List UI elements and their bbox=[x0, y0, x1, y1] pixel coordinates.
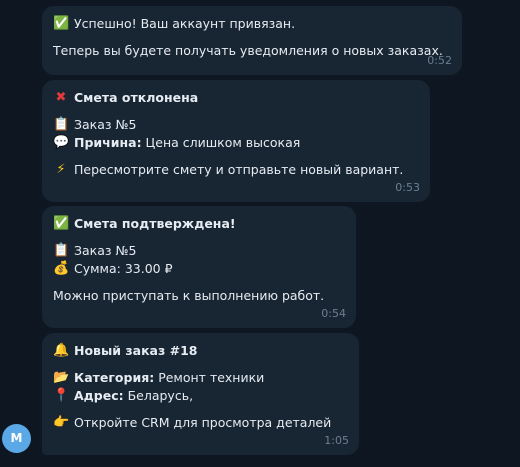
folder-icon: 📂 bbox=[53, 370, 70, 385]
message-title-line: ✖ Смета отклонена bbox=[53, 89, 419, 107]
address-line: 📍 Адрес: Беларусь, bbox=[53, 387, 348, 405]
reason-line: 💬 Причина: Цена слишком высокая bbox=[53, 134, 419, 152]
cross-icon: ✖ bbox=[55, 90, 67, 105]
category-line: 📂 Категория: Ремонт техники bbox=[53, 369, 348, 387]
lightning-icon: ⚡ bbox=[56, 162, 66, 177]
message-time: 1:05 bbox=[324, 434, 349, 447]
message-body: Можно приступать к выполнению работ. bbox=[53, 288, 325, 303]
message-body-line: ⚡ Пересмотрите смету и отправьте новый ва… bbox=[53, 161, 419, 179]
message-bubble-linked[interactable]: ✅ Успешно! Ваш аккаунт привязан. Теперь в… bbox=[42, 6, 462, 75]
message-title-line: 🔔 Новый заказ #18 bbox=[53, 342, 348, 360]
message-time: 0:52 bbox=[427, 54, 452, 67]
message-time: 0:54 bbox=[321, 307, 346, 320]
pointing-hand-icon: 👉 bbox=[53, 415, 70, 430]
message-body: Откройте CRM для просмотра деталей bbox=[74, 415, 332, 430]
bell-icon: 🔔 bbox=[53, 343, 70, 358]
message-bubble-new-order[interactable]: 🔔 Новый заказ #18 📂 Категория: Ремонт техн… bbox=[42, 333, 359, 455]
message-bubble-approved[interactable]: ✅ Смета подтверждена! 📋 Заказ №5 💰 Сумма: 3… bbox=[42, 206, 356, 328]
speech-bubble-icon: 💬 bbox=[53, 135, 70, 150]
message-title-line: ✅ Смета подтверждена! bbox=[53, 215, 345, 233]
order-number: Заказ №5 bbox=[74, 117, 137, 132]
address-label: Адрес: bbox=[74, 388, 124, 403]
reason-value: Цена слишком высокая bbox=[141, 135, 301, 150]
order-sum: Сумма: 33.00 ₽ bbox=[74, 261, 173, 276]
message-title: Успешно! Ваш аккаунт привязан. bbox=[74, 16, 296, 31]
reason-label: Причина: bbox=[74, 135, 142, 150]
message-time: 0:53 bbox=[395, 181, 420, 194]
message-body-line: 👉 Откройте CRM для просмотра деталей bbox=[53, 414, 348, 432]
clipboard-icon: 📋 bbox=[53, 243, 70, 258]
message-body: Пересмотрите смету и отправьте новый вар… bbox=[74, 162, 404, 177]
message-body: Теперь вы будете получать уведомления о … bbox=[53, 43, 443, 58]
order-line: 📋 Заказ №5 bbox=[53, 242, 345, 260]
address-value: Беларусь, bbox=[123, 388, 194, 403]
message-title: Смета отклонена bbox=[74, 90, 199, 105]
check-icon: ✅ bbox=[53, 16, 70, 31]
message-title: Смета подтверждена! bbox=[74, 216, 236, 231]
category-value: Ремонт техники bbox=[154, 370, 265, 385]
pin-icon: 📍 bbox=[53, 388, 70, 403]
order-number: Заказ №5 bbox=[74, 243, 137, 258]
message-body-line: Можно приступать к выполнению работ. bbox=[53, 287, 345, 305]
order-line: 📋 Заказ №5 bbox=[53, 116, 419, 134]
check-icon: ✅ bbox=[53, 216, 70, 231]
money-bag-icon: 💰 bbox=[53, 261, 70, 276]
chat-area: ✅ Успешно! Ваш аккаунт привязан. Теперь в… bbox=[0, 0, 520, 467]
avatar[interactable]: M bbox=[2, 424, 31, 453]
category-label: Категория: bbox=[74, 370, 155, 385]
sum-line: 💰 Сумма: 33.00 ₽ bbox=[53, 260, 345, 278]
message-title-line: ✅ Успешно! Ваш аккаунт привязан. bbox=[53, 15, 451, 33]
message-bubble-rejected[interactable]: ✖ Смета отклонена 📋 Заказ №5 💬 Причина: Цен… bbox=[42, 80, 430, 202]
message-title: Новый заказ #18 bbox=[74, 343, 198, 358]
clipboard-icon: 📋 bbox=[53, 117, 70, 132]
message-body-line: Теперь вы будете получать уведомления о … bbox=[53, 42, 451, 60]
